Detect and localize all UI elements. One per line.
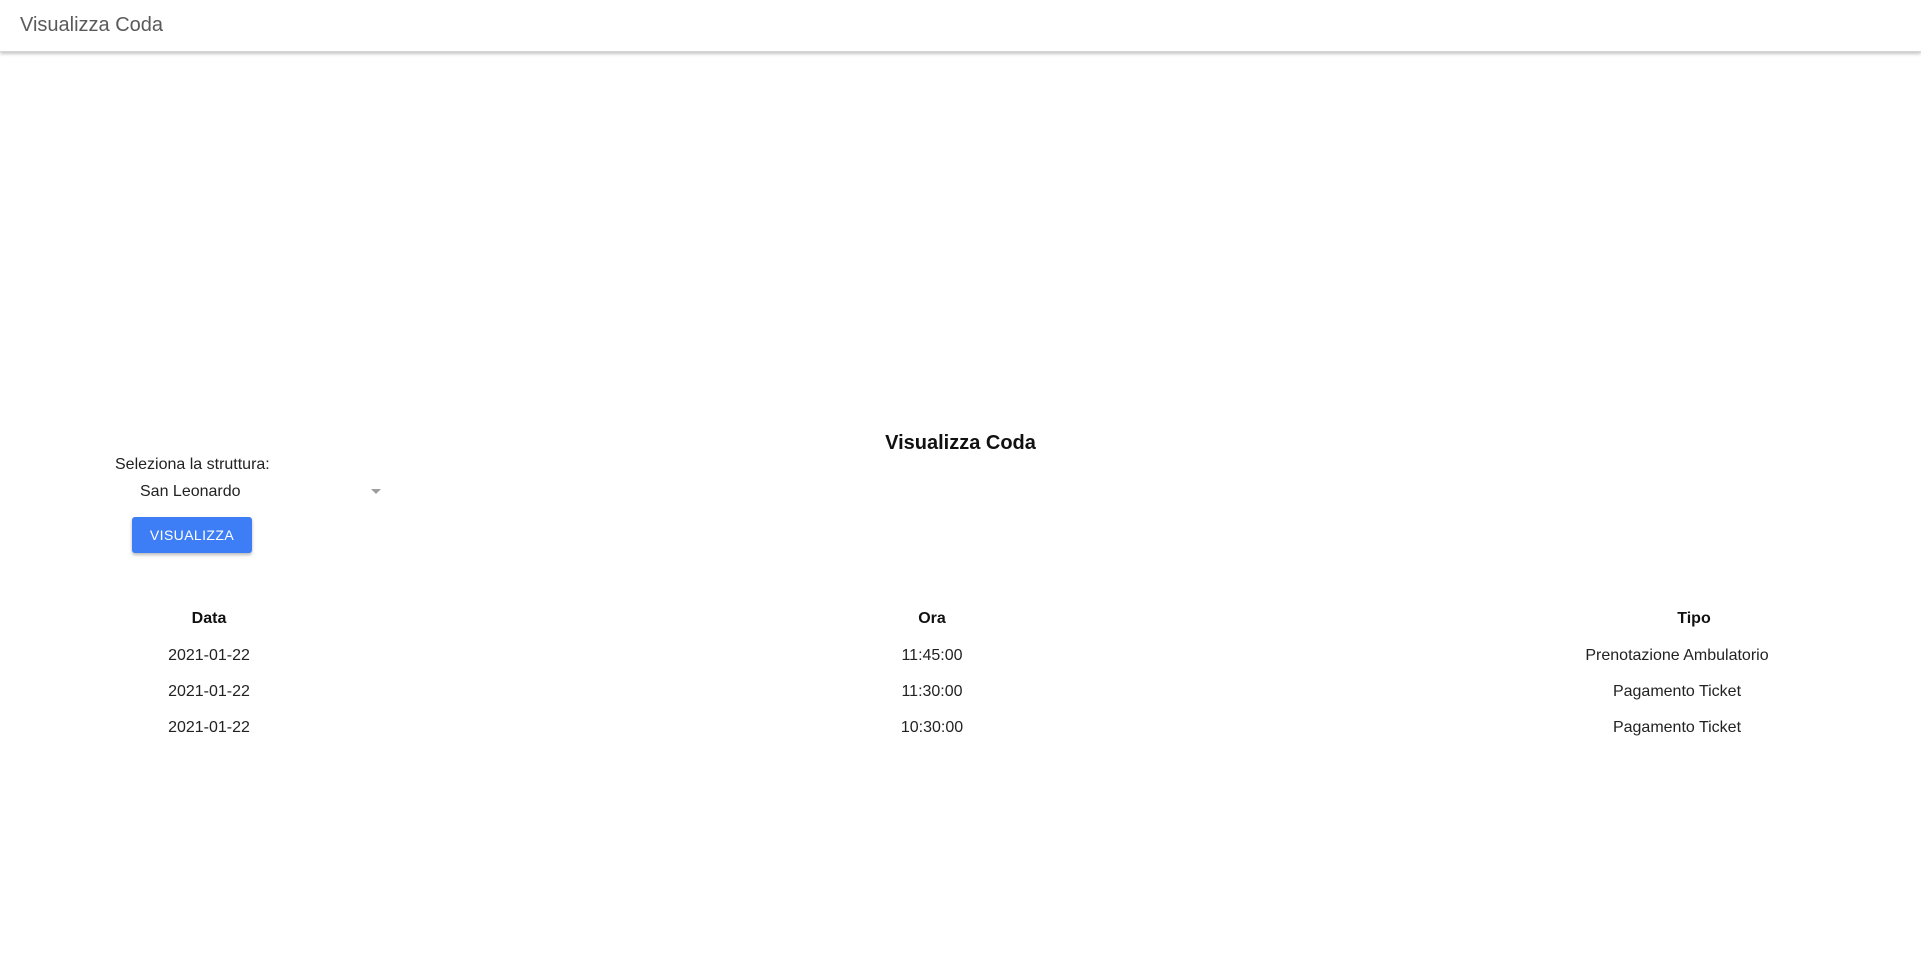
cell-data: 2021-01-22 xyxy=(168,719,250,736)
header-ora: Ora xyxy=(918,610,946,627)
app-bar: Visualizza Coda xyxy=(0,0,1921,52)
cell-ora: 11:30:00 xyxy=(901,683,963,700)
cell-tipo: Prenotazione Ambulatorio xyxy=(1585,647,1769,664)
cell-ora: 10:30:00 xyxy=(900,719,964,736)
visualizza-button[interactable]: VISUALIZZA xyxy=(132,517,252,553)
struttura-label: Seleziona la struttura: xyxy=(115,456,270,473)
cell-tipo: Pagamento Ticket xyxy=(1612,683,1742,700)
struttura-select[interactable]: San Leonardo xyxy=(130,479,384,507)
cell-tipo: Pagamento Ticket xyxy=(1612,719,1742,736)
header-tipo: Tipo xyxy=(1677,610,1711,627)
cell-ora: 11:45:00 xyxy=(901,647,963,664)
app-title: Visualizza Coda xyxy=(20,14,164,36)
page-title: Visualizza Coda xyxy=(885,432,1036,454)
header-data: Data xyxy=(191,610,227,627)
struttura-select-value: San Leonardo xyxy=(140,483,241,500)
cell-data: 2021-01-22 xyxy=(168,683,250,700)
chevron-down-icon xyxy=(371,489,381,494)
cell-data: 2021-01-22 xyxy=(168,647,250,664)
